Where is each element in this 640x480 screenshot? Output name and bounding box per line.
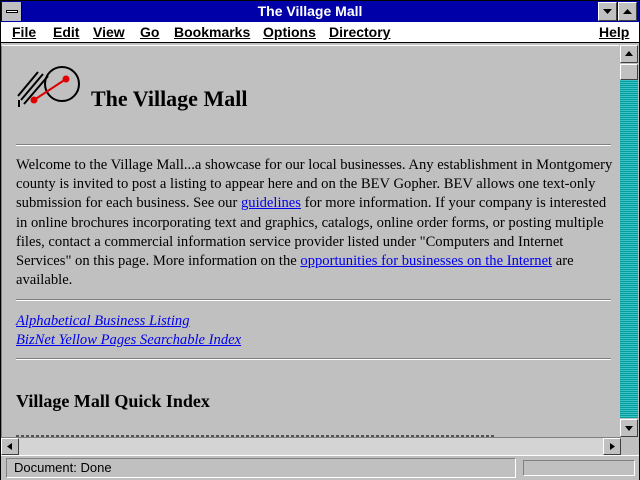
- arrow-up-icon: [623, 9, 632, 14]
- menu-directory[interactable]: Directory: [329, 24, 390, 40]
- opportunities-link[interactable]: opportunities for businesses on the Inte…: [300, 253, 552, 269]
- scroll-right-button[interactable]: [603, 438, 621, 455]
- scroll-thumb[interactable]: [620, 64, 638, 80]
- quick-index-heading: Village Mall Quick Index: [16, 391, 210, 411]
- arrow-down-icon: [603, 9, 612, 14]
- arrow-down-icon: [625, 426, 633, 431]
- title-bar[interactable]: The Village Mall: [1, 1, 639, 22]
- menu-edit[interactable]: Edit: [53, 24, 79, 40]
- scroll-left-button[interactable]: [1, 438, 19, 455]
- divider: [16, 358, 611, 360]
- guidelines-link[interactable]: guidelines: [241, 195, 301, 211]
- menu-options[interactable]: Options: [263, 24, 316, 40]
- system-menu-button[interactable]: [2, 2, 22, 21]
- document-view[interactable]: The Village Mall Welcome to the Village …: [1, 45, 619, 437]
- vertical-scrollbar[interactable]: [620, 45, 639, 437]
- biznet-yellow-pages-link[interactable]: BizNet Yellow Pages Searchable Index: [16, 331, 241, 350]
- scrollbar-corner: [621, 437, 639, 455]
- maximize-button[interactable]: [618, 2, 637, 21]
- divider: [16, 299, 611, 301]
- status-bar: Document: Done: [1, 455, 639, 480]
- minimize-button[interactable]: [598, 2, 617, 21]
- horizontal-scrollbar[interactable]: [1, 437, 621, 455]
- scroll-track[interactable]: [620, 64, 638, 418]
- link-list: Alphabetical Business Listing BizNet Yel…: [16, 312, 241, 350]
- divider: [16, 144, 611, 146]
- scroll-up-button[interactable]: [620, 45, 638, 63]
- window-title: The Village Mall: [257, 3, 363, 19]
- page-title: The Village Mall: [91, 86, 248, 111]
- scroll-down-button[interactable]: [620, 419, 638, 437]
- menu-help[interactable]: Help: [599, 24, 629, 40]
- arrow-right-icon: [610, 443, 615, 450]
- menu-go[interactable]: Go: [140, 24, 159, 40]
- progress-indicator: [523, 460, 635, 476]
- menu-file[interactable]: File: [12, 24, 36, 40]
- arrow-left-icon: [7, 443, 12, 450]
- menu-bookmarks[interactable]: Bookmarks: [174, 24, 250, 40]
- intro-paragraph: Welcome to the Village Mall...a showcase…: [16, 157, 613, 289]
- alphabetical-listing-link[interactable]: Alphabetical Business Listing: [16, 312, 241, 331]
- horizontal-scroll-track[interactable]: [19, 438, 603, 455]
- village-mall-logo: [17, 66, 80, 107]
- system-menu-icon: [6, 10, 18, 13]
- menu-view[interactable]: View: [93, 24, 125, 40]
- status-text: Document: Done: [14, 460, 112, 475]
- arrow-up-icon: [625, 51, 633, 56]
- browser-window: The Village Mall File Edit View Go Bookm…: [0, 0, 640, 480]
- menu-bar: File Edit View Go Bookmarks Options Dire…: [1, 22, 639, 43]
